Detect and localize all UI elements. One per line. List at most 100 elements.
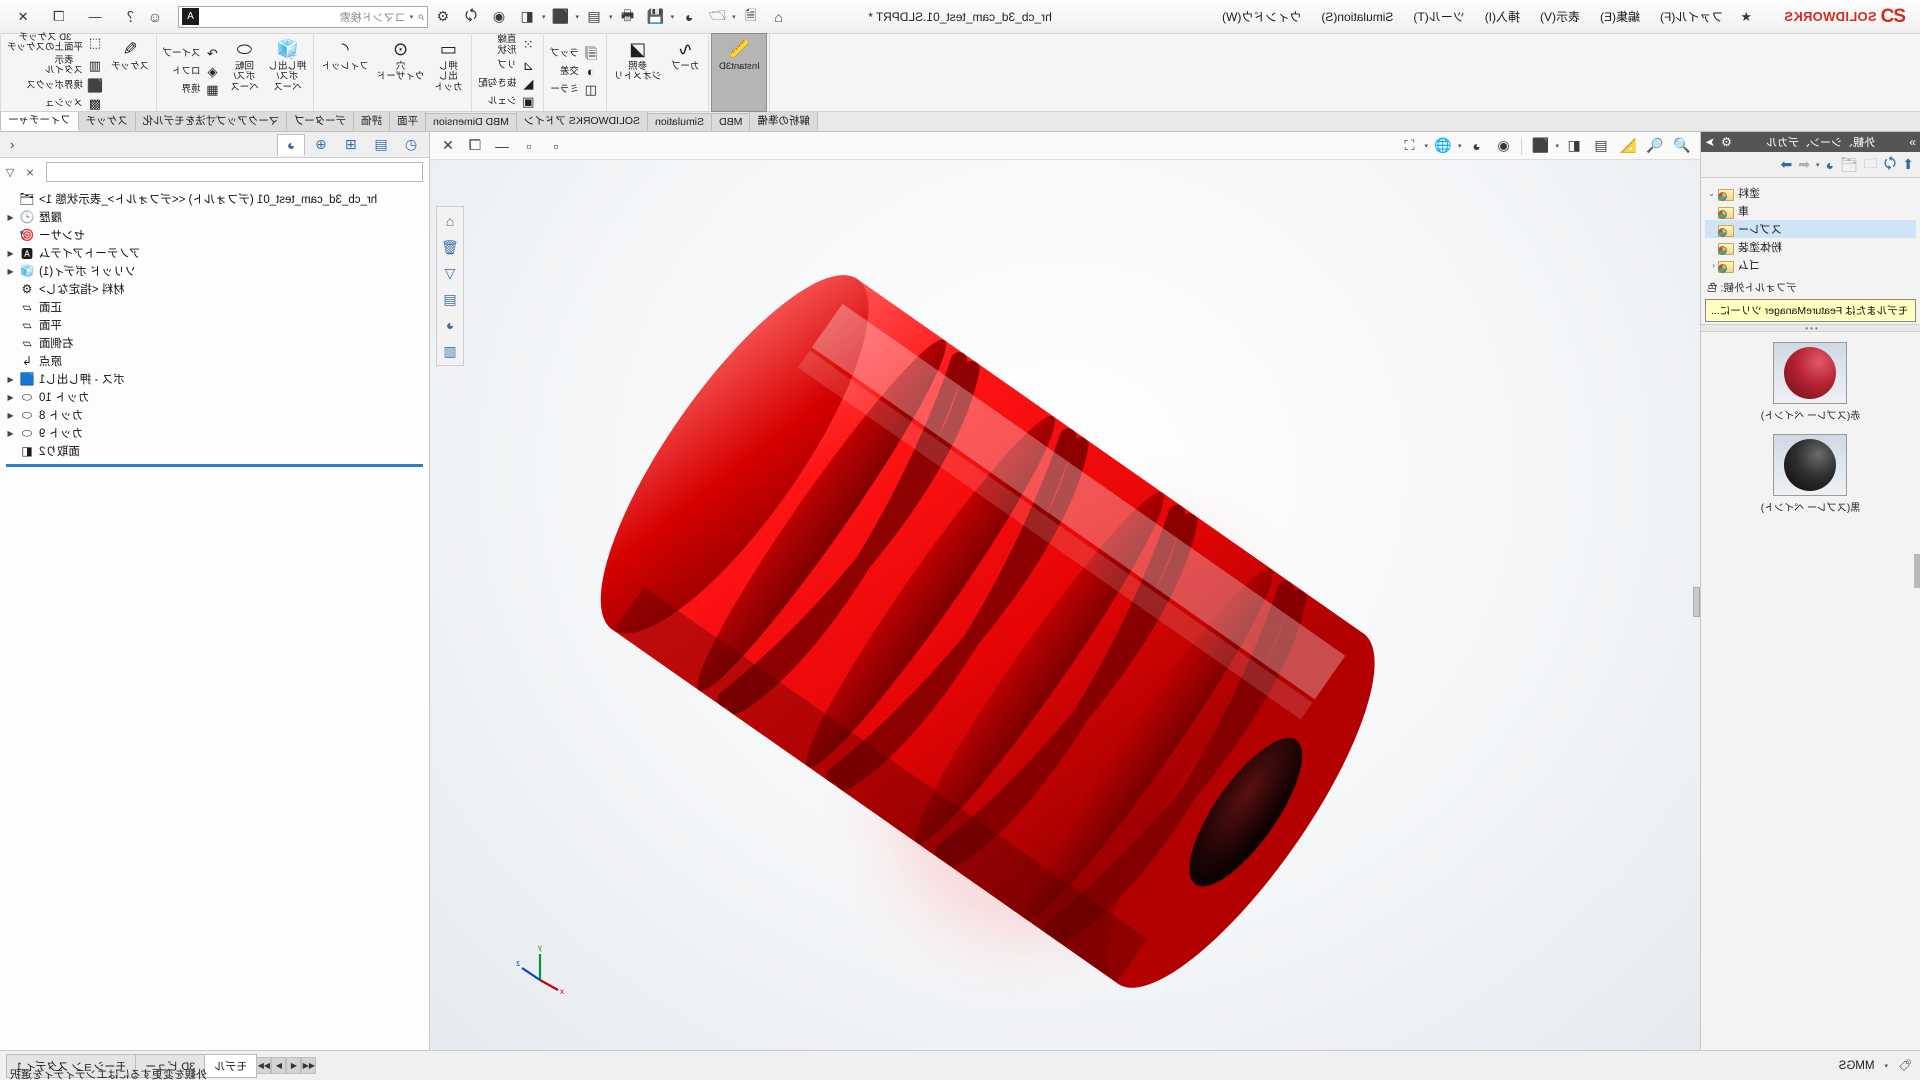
chevron-down-icon[interactable]: ▾ xyxy=(609,13,613,21)
print-icon[interactable]: 🖶 xyxy=(615,4,641,30)
graphics-area[interactable]: ✕ ❐ — ▫ ▫ ⛶ ▾ 🌐 ▾ ◕ ◉ ⬛ ▾ ◧ ▤ 📐 🔍 🔎 x y … xyxy=(430,132,1700,1050)
refresh-icon[interactable]: 🗘 xyxy=(1884,153,1897,177)
rib-button[interactable]: ⊿ リブ xyxy=(475,57,540,75)
chevron-down-icon[interactable]: ▾ xyxy=(1424,142,1428,150)
prev-tab-button[interactable]: ◀ xyxy=(286,1057,302,1074)
sweep-button[interactable]: ↷ スイープ xyxy=(160,46,224,64)
first-tab-button[interactable]: ◀◀ xyxy=(301,1057,317,1074)
revolved-boss-button[interactable]: ⬭ 回転 ボス/ ベース xyxy=(224,34,264,111)
clear-filter-icon[interactable]: ⨯ xyxy=(20,162,40,182)
hole-wizard-button[interactable]: ⊙ 穴 ウィザード xyxy=(373,34,429,111)
tab-analysis-prep[interactable]: 解析の準備 xyxy=(749,110,818,131)
units-label[interactable]: MMGS xyxy=(1839,1060,1875,1072)
feature-row-history[interactable]: ◀ 🕘 履歴 xyxy=(6,208,423,226)
feature-row-extrude1[interactable]: ◀ 🟦 ボス - 押し出し1 xyxy=(6,370,423,388)
swatch-red[interactable]: 赤(スプレー ペイント) xyxy=(1701,342,1920,422)
display-style-icon[interactable]: ▤ xyxy=(1589,135,1613,157)
chevron-left-icon[interactable]: ‹ xyxy=(1707,261,1715,270)
chevron-down-icon[interactable]: ▾ xyxy=(410,13,414,21)
chevron-right-icon[interactable]: ◀ xyxy=(6,375,15,384)
swatch-black[interactable]: 黒(スプレー ペイント) xyxy=(1701,434,1920,514)
chevron-right-icon[interactable]: ◀ xyxy=(6,267,15,276)
close-icon[interactable]: ✕ xyxy=(436,135,460,157)
magnify-icon[interactable]: ▤ xyxy=(438,287,462,311)
expand-icon[interactable]: » xyxy=(1909,135,1916,149)
chevron-left-icon[interactable]: ‹ xyxy=(4,137,20,152)
tab-data[interactable]: データーブ xyxy=(286,110,355,131)
back-icon[interactable]: ⬅ xyxy=(1798,156,1810,173)
view-orientation-icon[interactable]: ⬛ xyxy=(1528,135,1552,157)
tab-configuration-manager[interactable]: ⊞ xyxy=(337,134,365,156)
chevron-down-icon[interactable]: ▾ xyxy=(576,13,580,21)
appearance-icon[interactable]: ◕ xyxy=(676,4,702,30)
display-style-button[interactable]: ▥ 表示 スタイル xyxy=(4,55,107,78)
display-style-icon[interactable]: ▤ xyxy=(581,4,607,30)
filter-icon[interactable]: ▽ xyxy=(438,261,462,285)
feature-filter-input[interactable] xyxy=(46,162,423,182)
section-view-icon[interactable]: ◧ xyxy=(1562,135,1586,157)
tab-simulation[interactable]: Simulation xyxy=(647,113,713,131)
library-icon[interactable]: 🗂 xyxy=(1840,156,1858,173)
apply-scene-icon[interactable]: 🌐 xyxy=(1431,135,1455,157)
chevron-down-icon[interactable]: ▾ xyxy=(1885,1062,1889,1070)
tab-evaluate[interactable]: 評価 xyxy=(353,110,391,131)
panel-splitter[interactable]: ••• xyxy=(1701,324,1920,333)
feature-row-solid-bodies[interactable]: ◀ 🧊 ソリッド ボディ(1) xyxy=(6,262,423,280)
maximize-icon[interactable]: ▫ xyxy=(517,135,541,157)
view-orientation-icon[interactable]: ⬛ xyxy=(548,4,574,30)
tab-solidworks-addins[interactable]: SOLIDWORKS アドイン xyxy=(515,110,649,131)
mesh-button[interactable]: ▩ メッシュ xyxy=(4,95,107,113)
boundary-button[interactable]: ▦ 境界 xyxy=(160,82,224,100)
feature-row-right-plane[interactable]: ▱ 右側面 xyxy=(6,334,423,352)
tab-display-manager[interactable]: ◴ xyxy=(397,134,425,156)
last-tab-button[interactable]: ▶▶ xyxy=(256,1057,272,1074)
appearance-folder-rubber[interactable]: ‹ ゴム xyxy=(1705,256,1916,274)
chevron-down-icon[interactable]: ⌄ xyxy=(1707,189,1715,198)
loft-button[interactable]: ◈ ロフト xyxy=(160,64,224,82)
chevron-down-icon[interactable]: ▾ xyxy=(1458,142,1462,150)
tab-featuremanager-tree[interactable]: ◕ xyxy=(277,133,305,156)
feature-row-cut10[interactable]: ◀ ⬭ カット 10 xyxy=(6,388,423,406)
display-pane-icon[interactable]: ▥ xyxy=(438,339,462,363)
bounding-box-button[interactable]: ⬛ 境界ボックス xyxy=(4,77,107,95)
fillet-button[interactable]: ◜ フィレット xyxy=(317,34,372,111)
minimize-button[interactable]: — xyxy=(78,4,112,30)
mirror-button[interactable]: ◫ ミラー xyxy=(547,82,603,100)
tile-icon[interactable]: ▫ xyxy=(544,135,568,157)
chevron-down-icon[interactable]: ▾ xyxy=(732,13,736,21)
tab-property-manager[interactable]: ⊕ xyxy=(307,134,335,156)
measure-icon[interactable]: ◉ xyxy=(486,4,512,30)
sketch-button[interactable]: ✎ スケッチ xyxy=(107,34,153,111)
feature-row-cut8[interactable]: ◀ ⬭ カット 8 xyxy=(6,406,423,424)
feature-row-material[interactable]: ⚙ 材料 <指定なし> xyxy=(6,280,423,298)
feature-row-annotations[interactable]: ◀ 🅰 アノテートアイテム xyxy=(6,244,423,262)
up-one-level-icon[interactable]: ⬆ xyxy=(1902,156,1914,173)
menu-window[interactable]: ウィンドウ(W) xyxy=(1219,6,1304,27)
panel-resize-handle[interactable] xyxy=(1914,554,1920,589)
restore-button[interactable]: ❐ xyxy=(42,4,76,30)
instant3d-button[interactable]: 📏 Instant3D xyxy=(711,33,768,112)
viewport-splitter-handle[interactable] xyxy=(1693,587,1700,618)
rollback-bar[interactable] xyxy=(6,464,423,467)
chevron-down-icon[interactable]: ▾ xyxy=(542,13,546,21)
sketch-3d-button[interactable]: ⬚ 3D スケッチ 平面上のスケッチ xyxy=(4,32,107,55)
zoom-area-icon[interactable]: 🔍 xyxy=(1643,135,1667,157)
chevron-right-icon[interactable]: ◀ xyxy=(6,213,15,222)
feature-row-chamfer2[interactable]: ◧ 面取り2 xyxy=(6,442,423,460)
feature-row-origin[interactable]: ↳ 原点 xyxy=(6,352,423,370)
linear-pattern-button[interactable]: ⁙ 直線 形状 xyxy=(475,34,540,57)
appearance-icon[interactable]: ◕ xyxy=(438,313,462,337)
appearance-folder-car[interactable]: 車 xyxy=(1705,202,1916,220)
viewport[interactable]: x y z ⌂ 🗑 ▽ ▤ ◕ ▥ xyxy=(430,160,1700,1050)
new-document-icon[interactable]: 🗎 xyxy=(738,4,764,30)
zoom-to-fit-icon[interactable]: ⛶ xyxy=(1397,135,1421,157)
tab-plane[interactable]: 平面 xyxy=(389,110,427,131)
tab-dimxpert-manager[interactable]: ▤ xyxy=(367,134,395,156)
hide-show-icon[interactable]: ◉ xyxy=(1491,135,1515,157)
appearance-ball-icon[interactable]: ◕ xyxy=(1826,157,1834,173)
home-icon[interactable]: ⌂ xyxy=(766,4,792,30)
close-button[interactable]: ✕ xyxy=(6,4,40,30)
shell-button[interactable]: ▣ シェル xyxy=(475,93,540,111)
home-view-icon[interactable]: ⌂ xyxy=(438,209,462,233)
appearance-folder-paint[interactable]: ⌄ 塗料 xyxy=(1705,184,1916,202)
